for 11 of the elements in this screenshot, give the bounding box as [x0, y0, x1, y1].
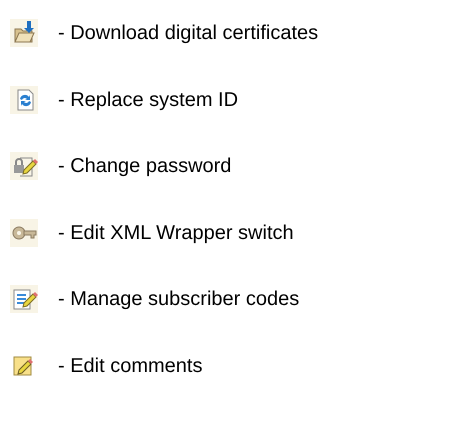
- refresh-icon: [10, 86, 38, 114]
- legend-label: - Download digital certificates: [58, 21, 318, 46]
- legend-label: - Edit comments: [58, 354, 202, 379]
- folder-download-icon: [10, 19, 38, 48]
- legend-label: - Edit XML Wrapper switch: [58, 220, 294, 246]
- legend-label: - Change password: [58, 154, 232, 180]
- list-edit-icon: [10, 285, 38, 314]
- key-icon: [10, 218, 38, 247]
- legend-label: - Replace system ID: [58, 88, 238, 113]
- legend-label: - Manage subscriber codes: [58, 287, 300, 312]
- lock-edit-icon: [10, 152, 38, 180]
